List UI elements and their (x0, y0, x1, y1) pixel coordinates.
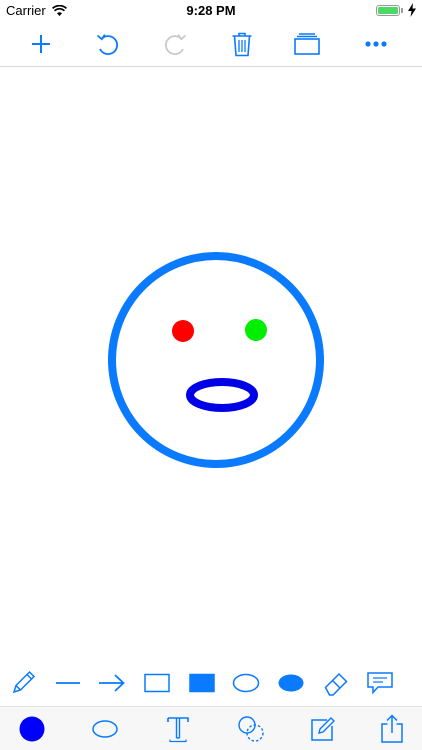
filled-rectangle-icon (189, 673, 215, 693)
rectangle-icon (144, 673, 170, 693)
line-tool[interactable] (51, 668, 85, 698)
mouth-shape[interactable] (186, 378, 258, 412)
eraser-tool[interactable] (319, 668, 353, 698)
filled-ellipse-tool[interactable] (274, 668, 308, 698)
more-button[interactable] (358, 26, 394, 62)
redo-icon (164, 34, 187, 55)
stroke-shape-button[interactable] (88, 713, 122, 745)
stroke-shape-icon (92, 720, 118, 738)
shape-toolbar (0, 660, 422, 706)
undo-icon (96, 34, 119, 55)
edit-button[interactable] (306, 713, 340, 745)
undo-button[interactable] (90, 26, 126, 62)
line-icon (56, 682, 80, 684)
redo-button[interactable] (157, 26, 193, 62)
charging-icon (408, 3, 416, 22)
clock: 9:28 PM (186, 3, 236, 18)
right-eye-shape[interactable] (245, 319, 267, 341)
bottom-toolbar (0, 706, 422, 750)
ellipse-tool[interactable] (229, 668, 263, 698)
arrow-tool[interactable] (95, 668, 129, 698)
share-button[interactable] (375, 713, 409, 745)
add-button[interactable] (23, 26, 59, 62)
filled-rectangle-tool[interactable] (185, 668, 219, 698)
text-button[interactable] (161, 713, 195, 745)
top-toolbar (0, 22, 422, 67)
face-outline-shape[interactable] (108, 252, 324, 468)
eraser-icon (324, 672, 348, 696)
layers-button[interactable] (289, 26, 325, 62)
color-picker-button[interactable] (15, 713, 49, 745)
arrow-icon (99, 674, 125, 692)
plus-icon (32, 35, 50, 53)
battery-icon (376, 5, 400, 16)
edit-icon (311, 717, 335, 741)
layers-icon (294, 33, 320, 55)
drawing-canvas[interactable] (0, 67, 422, 660)
speech-bubble-tool[interactable] (363, 668, 397, 698)
rectangle-tool[interactable] (140, 668, 174, 698)
more-icon (365, 41, 387, 47)
drawing-surface[interactable] (0, 67, 422, 660)
left-eye-shape[interactable] (172, 320, 194, 342)
select-shapes-icon (238, 716, 264, 742)
select-shapes-button[interactable] (234, 713, 268, 745)
status-bar: Carrier 9:28 PM (0, 0, 422, 22)
filled-ellipse-icon (278, 674, 304, 692)
color-swatch-icon (19, 716, 45, 742)
battery-tip (401, 8, 403, 13)
text-icon (167, 717, 189, 743)
pencil-tool[interactable] (6, 668, 40, 698)
delete-button[interactable] (224, 26, 260, 62)
share-icon (381, 714, 403, 743)
ellipse-icon (232, 673, 260, 693)
pencil-icon (12, 670, 36, 694)
trash-icon (232, 32, 252, 57)
speech-bubble-icon (367, 672, 393, 695)
